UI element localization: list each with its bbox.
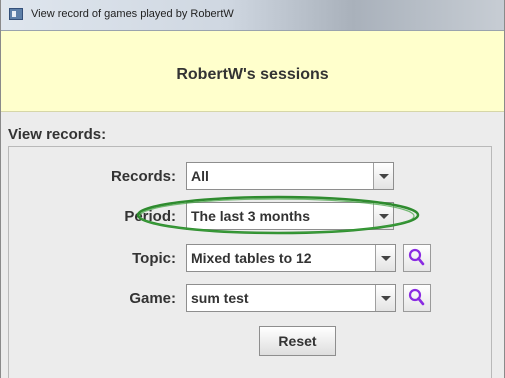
reset-button[interactable]: Reset bbox=[259, 326, 336, 356]
title-bar[interactable]: View record of games played by RobertW bbox=[1, 0, 504, 31]
period-select[interactable]: The last 3 months bbox=[186, 202, 394, 230]
window-title: View record of games played by RobertW bbox=[31, 8, 234, 20]
game-value: sum test bbox=[191, 290, 249, 306]
chevron-down-icon[interactable] bbox=[375, 245, 395, 271]
topic-label: Topic: bbox=[132, 250, 176, 267]
chevron-down-icon[interactable] bbox=[375, 285, 395, 311]
app-window: View record of games played by RobertW R… bbox=[0, 0, 505, 378]
topic-value: Mixed tables to 12 bbox=[191, 250, 312, 266]
search-icon bbox=[408, 288, 425, 306]
topic-search-button[interactable] bbox=[403, 244, 431, 272]
window-icon bbox=[9, 8, 23, 20]
period-value: The last 3 months bbox=[191, 208, 311, 224]
game-select[interactable]: sum test bbox=[186, 284, 396, 312]
game-search-button[interactable] bbox=[403, 284, 431, 312]
period-label: Period: bbox=[124, 208, 176, 225]
chevron-down-icon[interactable] bbox=[373, 163, 393, 189]
records-value: All bbox=[191, 168, 209, 184]
topic-select[interactable]: Mixed tables to 12 bbox=[186, 244, 396, 272]
sessions-header: RobertW's sessions bbox=[1, 31, 504, 112]
game-label: Game: bbox=[129, 290, 176, 307]
section-label: View records: bbox=[8, 126, 107, 143]
records-select[interactable]: All bbox=[186, 162, 394, 190]
search-icon bbox=[408, 248, 425, 266]
chevron-down-icon[interactable] bbox=[373, 203, 393, 229]
records-label: Records: bbox=[110, 168, 176, 185]
page-title: RobertW's sessions bbox=[176, 66, 329, 83]
